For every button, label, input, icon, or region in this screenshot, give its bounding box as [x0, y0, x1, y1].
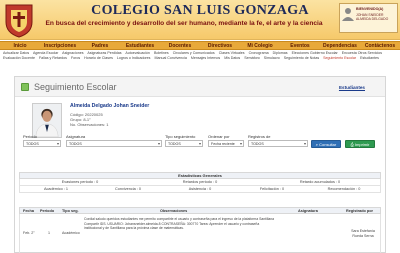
obs-registered-by: Sara Estefanía Rueda Serna — [351, 229, 375, 238]
school-motto: En busca del crecimiento y desarrollo de… — [45, 20, 323, 27]
periodo-select[interactable]: TODOS — [23, 140, 61, 147]
filter-label-periodo: Periodo — [23, 134, 37, 139]
student-submenu: Actualizar Datos Agenda Escolar Asignaci… — [3, 51, 399, 62]
obs-period: 1 — [48, 231, 50, 235]
submenu-link[interactable]: Encuesta Otros Servicios — [342, 51, 382, 55]
stats-row-1: Evasiones periodo : 0 Retardos periodo :… — [19, 179, 381, 186]
submenu-link[interactable]: Logros o Indicadores — [117, 56, 151, 60]
stat-academico: Académico : 1 — [43, 187, 69, 191]
filter-label-ordenar: Ordenar por — [208, 134, 230, 139]
submenu-link[interactable]: Estudiantes — [360, 56, 379, 60]
submenu-link[interactable]: Mis Datos — [224, 56, 240, 60]
submenu-link[interactable]: Asignaturas Perdidas — [87, 51, 121, 55]
panel-icon — [21, 83, 29, 91]
nav-item-inscripciones[interactable]: Inscripciones — [40, 42, 80, 49]
filter-label-asignatura: Asignatura — [66, 134, 86, 139]
stat-retardos: Retardos periodo : 0 — [182, 180, 218, 184]
consultar-button[interactable]: ⌕ Consultar — [311, 140, 341, 148]
stats-title: Estadísticas Generales — [19, 172, 381, 179]
nav-item-docentes[interactable]: Docentes — [160, 42, 200, 49]
nav-item-eventos[interactable]: Eventos — [280, 42, 320, 49]
submenu-link[interactable]: Diplomas — [273, 51, 288, 55]
registros-select[interactable]: TODOS — [248, 140, 308, 147]
student-observations-count: No. Observaciones: 1 — [70, 122, 109, 127]
table-row: Feb. 2° 1 Académico Cordial saludo queri… — [19, 214, 381, 253]
submenu-link[interactable]: Evaluación Docente — [3, 56, 35, 60]
submenu-link[interactable]: Mensajes Internos — [191, 56, 220, 60]
site-header: COLEGIO SAN LUIS GONZAGA En busca del cr… — [0, 0, 400, 40]
imprimir-label: Imprimir — [354, 142, 370, 147]
consultar-label: Consultar — [319, 142, 337, 147]
stat-asistencia: Asistencia : 0 — [188, 187, 212, 191]
obs-type: Académico — [62, 231, 80, 235]
submenu-link[interactable]: Clases Virtuales — [219, 51, 245, 55]
stat-retardos-acumulados: Retardo acumulados : 0 — [299, 180, 341, 184]
asignatura-select[interactable]: TODOS — [66, 140, 162, 147]
submenu-link[interactable]: Asignaciones — [62, 51, 83, 55]
nav-item-dependencias[interactable]: Dependencias — [320, 42, 360, 49]
seguimiento-panel: Seguimiento Escolar Estudiantes Almeida … — [14, 76, 386, 253]
observations-table-header: Fecha Periodo Tipo seg. Observaciones As… — [19, 207, 381, 214]
student-name[interactable]: Almeida Delgado Johan Sneider — [70, 103, 149, 109]
obs-date: Feb. 2° — [23, 231, 35, 235]
stat-felicitacion: Felicitación : 0 — [259, 187, 285, 191]
filter-label-tipo: Tipo seguimiento — [165, 134, 196, 139]
user-info-box: BIENVENIDO(A) JOHAN SNEIDER ALMEIDA DELG… — [339, 3, 398, 33]
submenu-link[interactable]: Elecciones Gobierno Escolar — [292, 51, 338, 55]
stat-convivencia: Convivencia : 0 — [115, 187, 141, 191]
submenu-link[interactable]: Seguimiento de Notas — [284, 56, 319, 60]
submenu-link[interactable]: Manual Convivencia — [154, 56, 186, 60]
obs-text: Cordial saludo queridos estudiantes me p… — [84, 217, 274, 231]
submenu-link[interactable]: Actualizar Datos — [3, 51, 29, 55]
submenu-link[interactable]: Fallas y Retardos — [39, 56, 67, 60]
submenu-link[interactable]: Boletines — [154, 51, 169, 55]
nav-item-directivos[interactable]: Directivos — [200, 42, 240, 49]
submenu-link[interactable]: Autoevaluación — [125, 51, 150, 55]
tipo-seguimiento-select[interactable]: TODOS — [165, 140, 203, 147]
stats-row-2: Académico : 1 Convivencia : 0 Asistencia… — [19, 186, 381, 193]
nav-item-inicio[interactable]: Inicio — [0, 42, 40, 49]
stat-evasiones: Evasiones periodo : 0 — [61, 180, 99, 184]
submenu-link[interactable]: Agenda Escolar — [33, 51, 58, 55]
user-avatar-icon — [342, 8, 354, 21]
submenu-link[interactable]: Foros — [71, 56, 80, 60]
ordenar-select[interactable]: Fecha reciente — [208, 140, 244, 147]
imprimir-button[interactable]: ⎙ Imprimir — [345, 140, 375, 148]
panel-title: Seguimiento Escolar — [34, 82, 117, 92]
submenu-link[interactable]: Cronograma — [249, 51, 269, 55]
main-nav: Inicio Inscripciones Padres Estudiantes … — [0, 41, 400, 50]
nav-item-padres[interactable]: Padres — [80, 42, 120, 49]
stat-recomendacion: Recomendación : 0 — [327, 187, 361, 191]
nav-item-contactenos[interactable]: Contáctenos — [360, 42, 400, 49]
submenu-link-current[interactable]: Seguimiento Escolar — [323, 56, 356, 60]
submenu-link[interactable]: Horario de Clases — [84, 56, 113, 60]
panel-header: Seguimiento Escolar Estudiantes — [15, 77, 385, 97]
students-link[interactable]: Estudiantes — [339, 85, 365, 90]
submenu-link[interactable]: Circulares y Comunicados — [173, 51, 215, 55]
nav-item-estudiantes[interactable]: Estudiantes — [120, 42, 160, 49]
nav-item-mi-colegio[interactable]: Mi Colegio — [240, 42, 280, 49]
student-photo — [32, 103, 62, 138]
submenu-link[interactable]: Simulacro — [264, 56, 280, 60]
filter-label-registros: Registros de — [248, 134, 271, 139]
welcome-label: BIENVENIDO(A) — [356, 7, 384, 11]
user-name: JOHAN SNEIDER ALMEIDA DELGADO — [356, 13, 389, 21]
submenu-link[interactable]: Semáforo — [244, 56, 260, 60]
